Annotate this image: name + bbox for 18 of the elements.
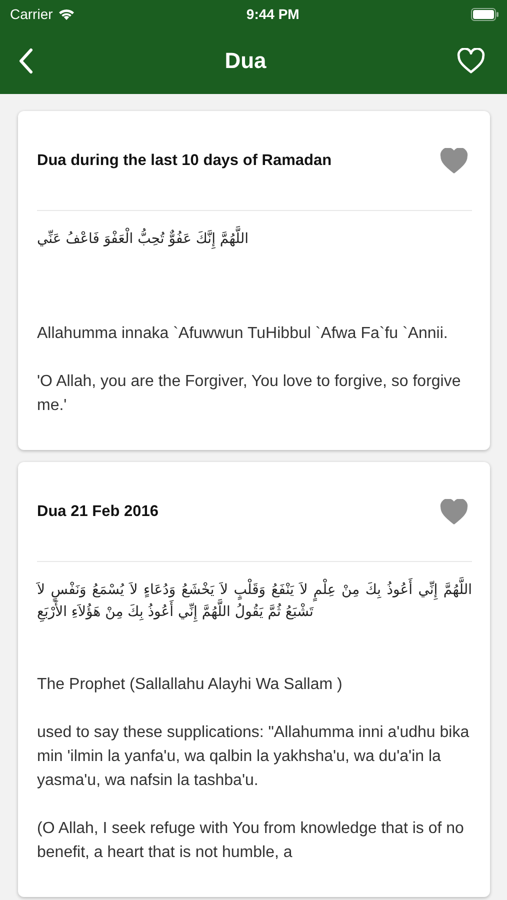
status-time: 9:44 PM <box>246 6 300 22</box>
battery-icon <box>470 8 499 20</box>
arabic-text: اللَّهُمَّ إِنَّكَ عَفُوٌّ تُحِبُّ الْعَفْوَ فَاعْفُ عَنِّي <box>37 228 472 298</box>
dua-text: Allahumma innaka `Afuwwun TuHibbul `Afwa Fa`fu `Annii. <box>37 324 449 344</box>
dua-title: Dua during the last 10 days of Ramadan <box>37 152 332 170</box>
heart-icon[interactable] <box>440 498 468 524</box>
arabic-text: اللَّهُمَّ إِنِّي أَعُوذُ بِكَ مِنْ عِلْمٍ لاَ يَنْفَعُ وَقَلْبٍ لاَ يَخْشَعُ وَدُعَاءٍ لاَ يُسْمَعُ وَنَفْسٍ لاَ تَشْبَعُ ثُمَّ يَقُولُ اللَّهُمَّ إِنِّي أَعُوذُ بِكَ مِنْ هَؤُلاَءِ الأَرْبَعِ <box>37 579 472 649</box>
screen-title: Dua <box>224 48 266 74</box>
dua-text: 'O Allah, you are the Forgiver, You love to forgive, so forgive me.' <box>37 372 462 416</box>
dua-title: Dua 21 Feb 2016 <box>37 502 158 520</box>
dua-text: used to say these supplications: "Allahumma inni a'udhu bika min 'ilmin la yanfa'u, wa qalbin la yakhsha'u, wa du'a'in la yasma'u, wa nafsin la tashba'u. <box>37 723 470 791</box>
carrier-label: Carrier <box>10 6 53 22</box>
back-icon[interactable] <box>18 48 34 74</box>
heart-icon[interactable] <box>440 148 468 174</box>
wifi-icon <box>58 8 75 20</box>
favorite-icon[interactable] <box>457 48 485 74</box>
dua-text: The Prophet (Sallallahu Alayhi Wa Sallam ) <box>37 675 344 695</box>
dua-text: (O Allah, I seek refuge with You from knowledge that is of no benefit, a heart that is not humble, a <box>37 819 465 863</box>
